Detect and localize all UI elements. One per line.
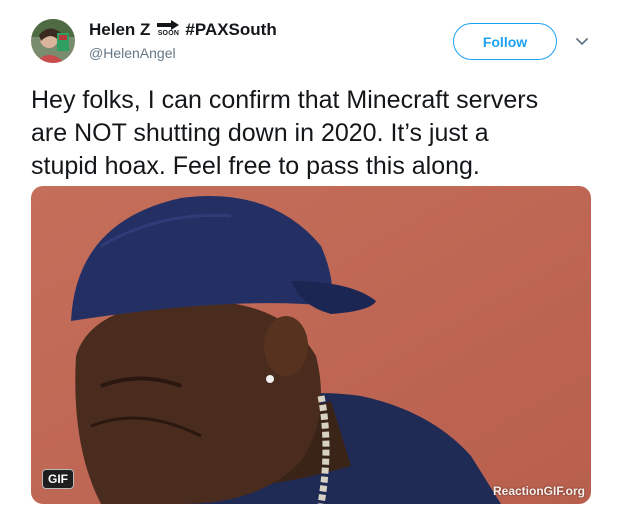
author-handle[interactable]: @HelenAngel (89, 45, 176, 61)
gif-media[interactable]: GIF ReactionGIF.org (31, 186, 591, 504)
soon-badge-text: SOON (157, 30, 180, 37)
gif-badge: GIF (42, 469, 74, 489)
author-name-row[interactable]: Helen Z SOON #PAXSouth (89, 20, 277, 40)
soon-badge: SOON (157, 20, 180, 38)
gif-watermark: ReactionGIF.org (492, 484, 585, 498)
follow-button[interactable]: Follow (453, 23, 557, 60)
author-name[interactable]: Helen Z (89, 20, 150, 40)
avatar[interactable] (31, 19, 75, 63)
author-name-hashtag: #PAXSouth (185, 20, 277, 39)
gif-frame-image (31, 186, 591, 504)
soon-arrow-icon (157, 20, 180, 30)
tweet-text: Hey folks, I can confirm that Minecraft … (31, 86, 539, 180)
chevron-down-icon[interactable] (575, 37, 589, 47)
avatar-image (31, 19, 75, 63)
